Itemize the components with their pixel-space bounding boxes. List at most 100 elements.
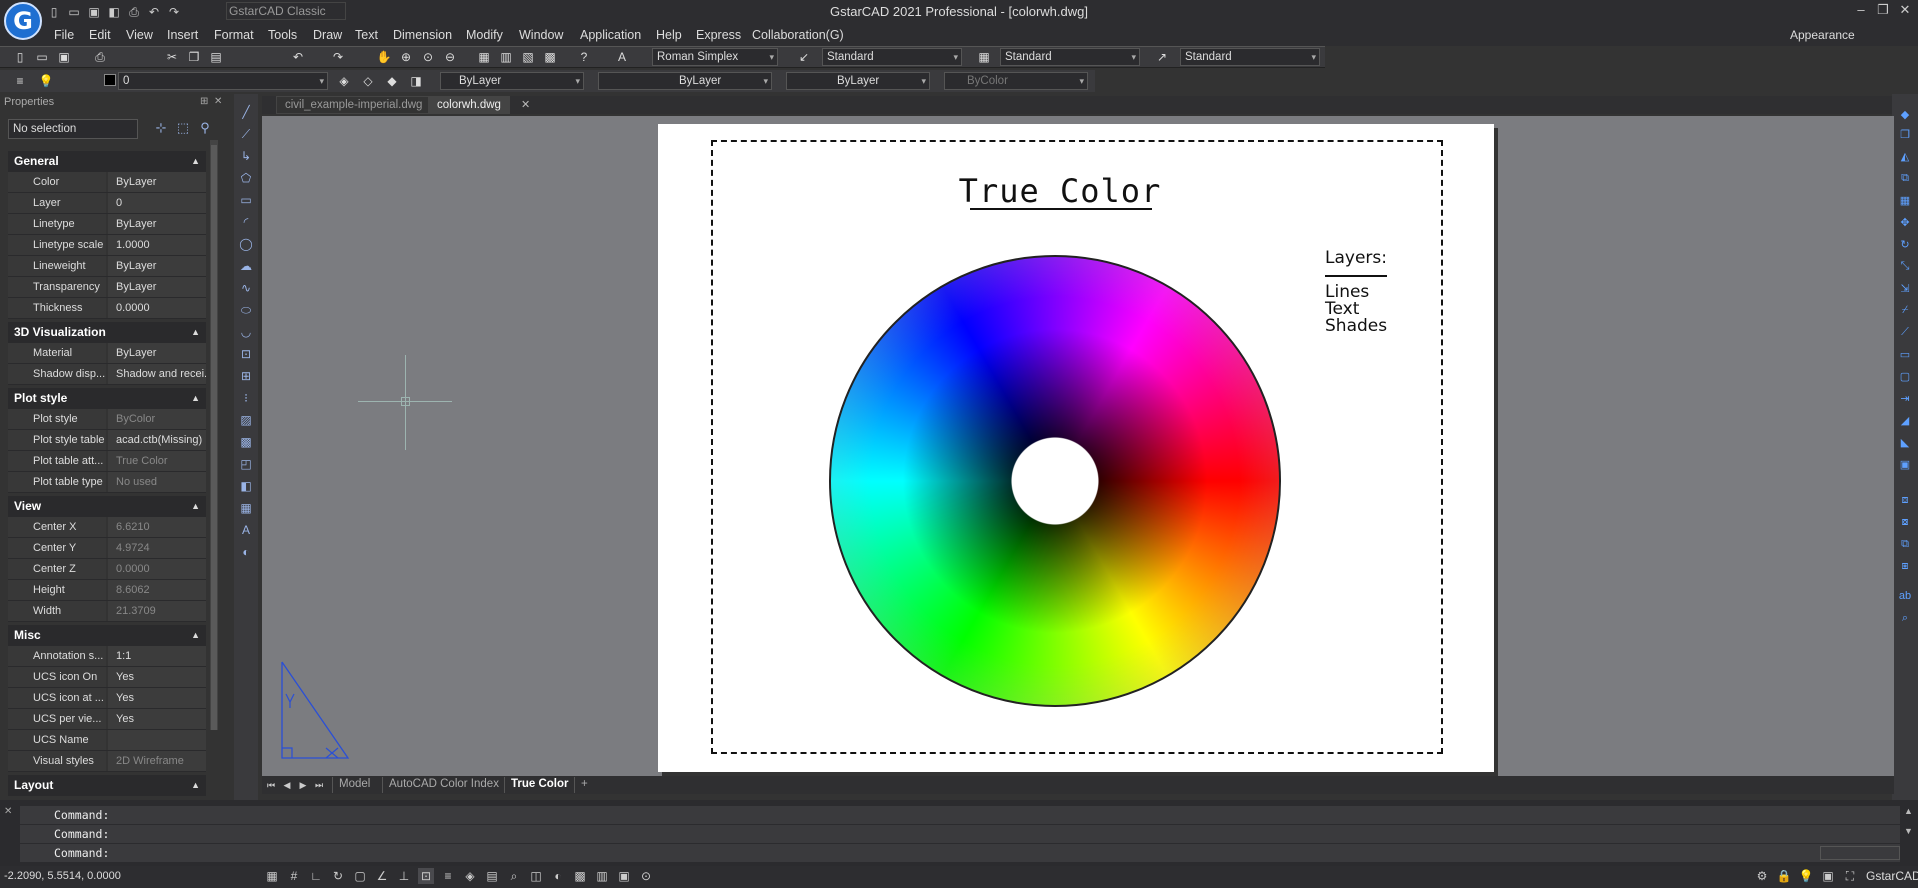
- tab-model[interactable]: Model: [332, 777, 376, 793]
- tab-autocad-color-index[interactable]: AutoCAD Color Index: [382, 777, 505, 793]
- panel-pin-icon[interactable]: ⊞: [200, 96, 208, 107]
- property-row[interactable]: Layer 0: [8, 193, 206, 214]
- last-tab-icon[interactable]: ⏭: [312, 777, 326, 793]
- property-value[interactable]: Yes: [108, 709, 206, 729]
- menu-dimension[interactable]: Dimension: [393, 28, 452, 44]
- property-row[interactable]: Center Y 4.9724: [8, 538, 206, 559]
- first-tab-icon[interactable]: ⏮: [264, 777, 278, 793]
- pan-icon[interactable]: ✋: [376, 49, 392, 65]
- stretch-icon[interactable]: ⇲: [1896, 282, 1914, 298]
- layer-states-icon[interactable]: ◆: [384, 73, 400, 89]
- spell-check-icon[interactable]: ab: [1896, 590, 1914, 606]
- add-layout-tab[interactable]: +: [574, 777, 594, 793]
- menu-tools[interactable]: Tools: [268, 28, 297, 44]
- layer-previous-icon[interactable]: ◇: [360, 73, 376, 89]
- print-icon[interactable]: ⎙: [92, 49, 108, 65]
- menu-text[interactable]: Text: [355, 28, 378, 44]
- snap-icon[interactable]: ▦: [264, 868, 280, 884]
- fullscreen-icon[interactable]: ⛶: [1842, 868, 1858, 884]
- close-icon[interactable]: ✕: [1894, 2, 1916, 20]
- units-icon[interactable]: ▥: [594, 868, 610, 884]
- app-logo-icon[interactable]: G: [4, 2, 42, 40]
- region-icon[interactable]: ◰: [238, 456, 254, 472]
- menu-application[interactable]: Application: [580, 28, 641, 44]
- collapse-arrow-icon[interactable]: ▲: [191, 775, 200, 796]
- tool-palettes-icon[interactable]: ▧: [520, 49, 536, 65]
- property-value[interactable]: acad.ctb(Missing): [108, 430, 206, 450]
- multileader-style-icon[interactable]: ↗: [1154, 49, 1170, 65]
- panel-close-icon[interactable]: ✕: [214, 96, 222, 107]
- linetype-dropdown[interactable]: ByLayer: [598, 72, 772, 90]
- design-center-icon[interactable]: ▥: [498, 49, 514, 65]
- property-value[interactable]: 21.3709: [108, 601, 206, 621]
- properties-icon[interactable]: ▦: [476, 49, 492, 65]
- property-value[interactable]: 8.6062: [108, 580, 206, 600]
- menu-express[interactable]: Express: [696, 28, 741, 44]
- grid-icon[interactable]: #: [286, 868, 302, 884]
- prev-tab-icon[interactable]: ◀: [280, 777, 294, 793]
- tab-close-icon[interactable]: ✕: [521, 98, 530, 111]
- lineweight-dropdown[interactable]: ByLayer: [786, 72, 930, 90]
- property-row[interactable]: Center X 6.6210: [8, 517, 206, 538]
- property-value[interactable]: ByLayer: [108, 256, 206, 276]
- property-row[interactable]: Linetype scale 1.0000: [8, 235, 206, 256]
- property-row[interactable]: UCS Name: [8, 730, 206, 751]
- maximize-icon[interactable]: ❐: [1872, 2, 1894, 20]
- erase-icon[interactable]: ◆: [1896, 108, 1914, 124]
- point-icon[interactable]: ⁝: [238, 390, 254, 406]
- zoom-previous-icon[interactable]: ⊖: [442, 49, 458, 65]
- open-icon[interactable]: ▭: [34, 49, 50, 65]
- construction-line-icon[interactable]: ⟋: [238, 126, 254, 142]
- cut-icon[interactable]: ✂: [164, 49, 180, 65]
- dim-style-dropdown[interactable]: Standard: [822, 48, 962, 66]
- property-value[interactable]: Yes: [108, 667, 206, 687]
- ducs-icon[interactable]: ⊥: [396, 868, 412, 884]
- settings-gear-icon[interactable]: ⚙: [1754, 868, 1770, 884]
- polar-icon[interactable]: ↻: [330, 868, 346, 884]
- arc-icon[interactable]: ◜: [238, 214, 254, 230]
- spline-icon[interactable]: ∿: [238, 280, 254, 296]
- scale-icon[interactable]: ⤡: [1896, 260, 1914, 276]
- ortho-icon[interactable]: ∟: [308, 868, 324, 884]
- command-close-icon[interactable]: ✕: [4, 806, 12, 817]
- quick-properties-icon[interactable]: ▤: [484, 868, 500, 884]
- property-row[interactable]: Visual styles 2D Wireframe: [8, 751, 206, 772]
- property-row[interactable]: Width 21.3709: [8, 601, 206, 622]
- property-value[interactable]: ByLayer: [108, 343, 206, 363]
- section-plot-style[interactable]: Plot style ▲: [8, 388, 206, 409]
- explode-icon[interactable]: ▣: [1896, 458, 1914, 474]
- calculator-icon[interactable]: ▩: [542, 49, 558, 65]
- layer-manager-icon[interactable]: ≡: [12, 73, 28, 89]
- plotstyle-dropdown[interactable]: ByColor: [944, 72, 1088, 90]
- undo-icon[interactable]: ↶: [290, 49, 306, 65]
- section-view[interactable]: View ▲: [8, 496, 206, 517]
- copy-object-icon[interactable]: ❐: [1896, 128, 1914, 144]
- property-value[interactable]: ByLayer: [108, 172, 206, 192]
- circle-icon[interactable]: ◯: [238, 236, 254, 252]
- property-row[interactable]: Annotation s... 1:1: [8, 646, 206, 667]
- multileader-style-dropdown[interactable]: Standard: [1180, 48, 1320, 66]
- osnap-icon[interactable]: ▢: [352, 868, 368, 884]
- hatch-icon[interactable]: ▨: [238, 412, 254, 428]
- dyn-icon[interactable]: ⊡: [418, 868, 434, 884]
- property-value[interactable]: 0: [108, 193, 206, 213]
- property-row[interactable]: UCS per vie... Yes: [8, 709, 206, 730]
- break-icon[interactable]: ▭: [1896, 348, 1914, 364]
- bring-above-icon[interactable]: ⧉: [1896, 538, 1914, 554]
- find-replace-icon[interactable]: ⌕: [1896, 612, 1914, 628]
- send-under-icon[interactable]: ⧆: [1896, 560, 1914, 576]
- text-style-dropdown[interactable]: Roman Simplex: [652, 48, 778, 66]
- ellipse-icon[interactable]: ⬭: [238, 302, 254, 318]
- property-value[interactable]: Shadow and recei...: [108, 364, 206, 384]
- command-scrollbar[interactable]: [1820, 846, 1900, 860]
- scroll-down-icon[interactable]: ▼: [1904, 826, 1913, 836]
- property-row[interactable]: Linetype ByLayer: [8, 214, 206, 235]
- menu-modify[interactable]: Modify: [466, 28, 503, 44]
- property-row[interactable]: Plot table att... True Color: [8, 451, 206, 472]
- help-icon[interactable]: ?: [576, 49, 592, 65]
- match-layer-icon[interactable]: ◨: [408, 73, 424, 89]
- make-block-icon[interactable]: ⊞: [238, 368, 254, 384]
- rectangle-icon[interactable]: ▭: [238, 192, 254, 208]
- property-value[interactable]: No used: [108, 472, 206, 492]
- otrack-icon[interactable]: ∠: [374, 868, 390, 884]
